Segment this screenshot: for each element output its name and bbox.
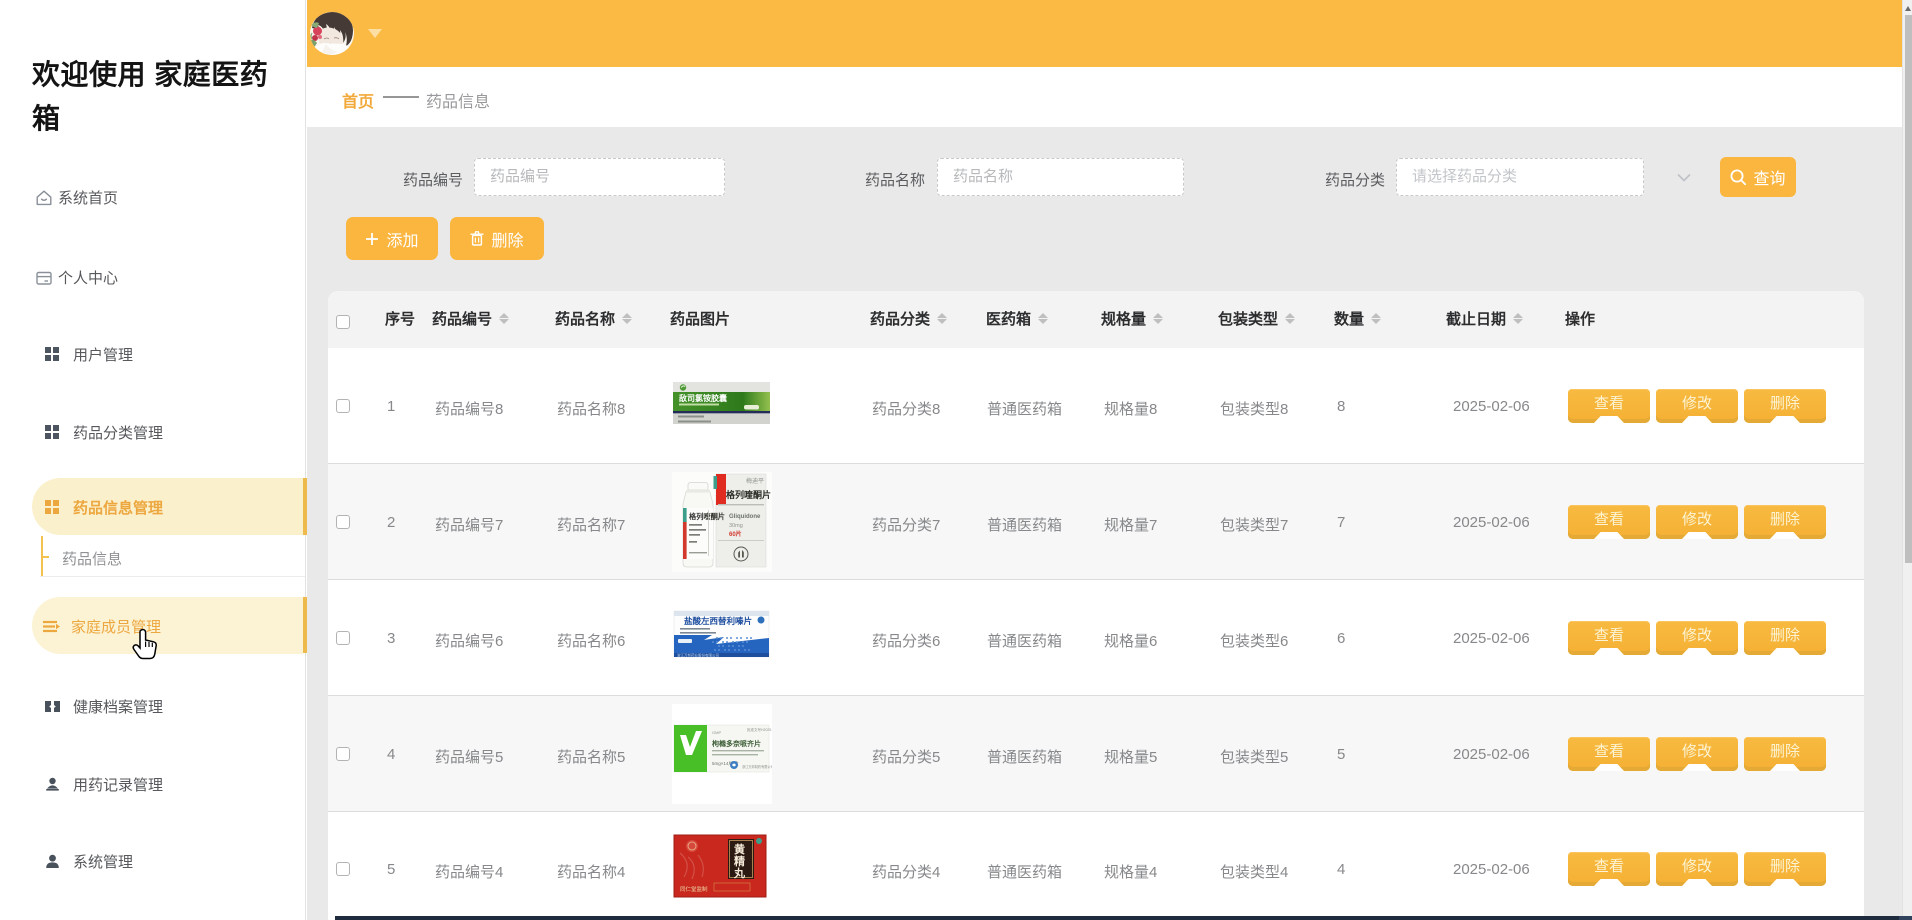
svg-text:丸: 丸 — [733, 866, 746, 880]
svg-text:格列喹酮片: 格列喹酮片 — [689, 512, 725, 521]
svg-text:30mg: 30mg — [729, 523, 743, 529]
svg-text:60片: 60片 — [729, 530, 742, 538]
svg-text:Gliquidone: Gliquidone — [729, 514, 761, 520]
svg-text:浙江万邦制药有限公司: 浙江万邦制药有限公司 — [742, 764, 772, 769]
svg-text:格列喹酮片: 格列喹酮片 — [726, 489, 771, 500]
svg-text:梅迪平: 梅迪平 — [746, 477, 764, 485]
svg-text:枸橼多奈哌齐片: 枸橼多奈哌齐片 — [711, 739, 761, 748]
svg-text:精: 精 — [734, 854, 745, 868]
svg-text:同仁堂监制: 同仁堂监制 — [680, 885, 708, 893]
svg-text:浙江万邦药业股份有限公司: 浙江万邦药业股份有限公司 — [677, 653, 719, 658]
svg-text:批准文号H2025: 批准文号H2025 — [747, 727, 771, 732]
svg-text:GMP: GMP — [712, 730, 721, 735]
svg-text:黄: 黄 — [734, 842, 745, 856]
svg-text:盐酸左西替利嗪片: 盐酸左西替利嗪片 — [684, 616, 752, 626]
svg-text:敌司氯铵胶囊: 敌司氯铵胶囊 — [679, 393, 728, 403]
